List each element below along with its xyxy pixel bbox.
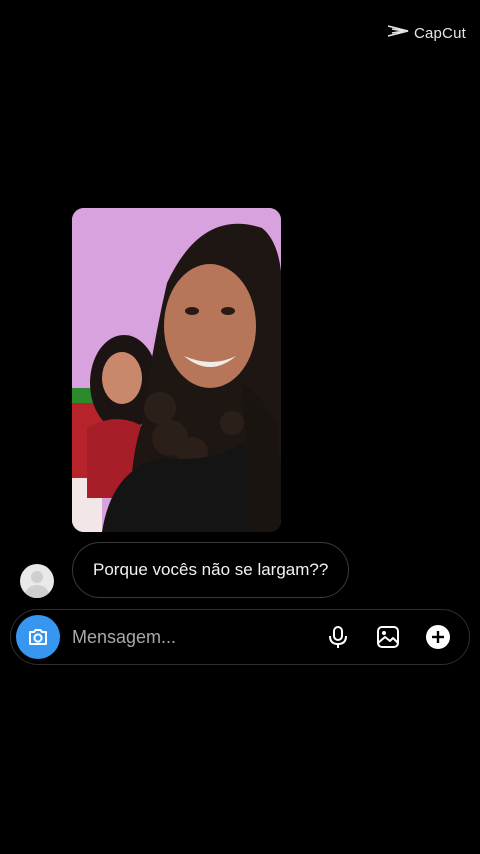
- more-options-button[interactable]: [425, 624, 451, 650]
- gallery-button[interactable]: [375, 624, 401, 650]
- image-icon: [377, 626, 399, 648]
- voice-message-button[interactable]: [325, 624, 351, 650]
- message-text: Porque vocês não se largam??: [93, 560, 329, 579]
- camera-button[interactable]: [16, 615, 60, 659]
- message-bubble[interactable]: Porque vocês não se largam??: [72, 542, 350, 598]
- avatar[interactable]: [20, 564, 54, 598]
- capcut-watermark: CapCut: [386, 24, 466, 42]
- watermark-text: CapCut: [413, 24, 466, 42]
- capcut-logo-icon: [386, 24, 410, 42]
- camera-icon: [29, 629, 47, 645]
- plus-circle-icon: [426, 625, 450, 649]
- message-composer: Mensagem...: [10, 609, 470, 665]
- received-message-row: Porque vocês não se largam??: [20, 542, 350, 598]
- shared-media-thumbnail[interactable]: [72, 208, 281, 532]
- microphone-icon: [329, 626, 347, 648]
- message-input[interactable]: Mensagem...: [72, 627, 325, 648]
